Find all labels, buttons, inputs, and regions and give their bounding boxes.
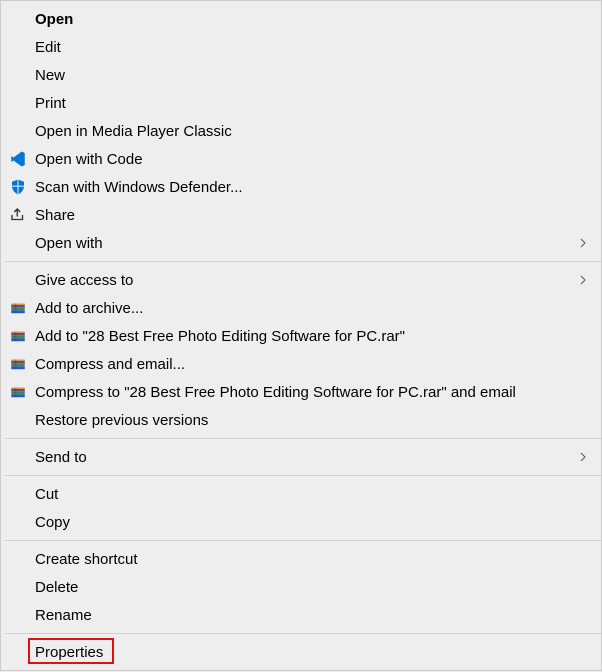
menu-item-share[interactable]: Share [1, 201, 601, 229]
share-icon-slot [1, 206, 35, 224]
menu-item-label: Give access to [35, 272, 565, 289]
menu-item-label: Open in Media Player Classic [35, 123, 565, 140]
menu-separator [5, 261, 601, 262]
menu-item-copy[interactable]: Copy [1, 508, 601, 536]
menu-item-scan-with-windows-defender[interactable]: Scan with Windows Defender... [1, 173, 601, 201]
menu-item-add-to-archive[interactable]: Add to archive... [1, 294, 601, 322]
menu-separator [5, 438, 601, 439]
winrar-icon [9, 355, 27, 373]
menu-item-print[interactable]: Print [1, 89, 601, 117]
menu-item-label: Properties [35, 644, 565, 661]
menu-item-open-in-media-player-classic[interactable]: Open in Media Player Classic [1, 117, 601, 145]
menu-item-label: Share [35, 207, 565, 224]
chevron-right-icon [577, 237, 589, 249]
submenu-arrow-slot [565, 274, 589, 286]
menu-item-label: Restore previous versions [35, 412, 565, 429]
menu-separator [5, 475, 601, 476]
menu-item-edit[interactable]: Edit [1, 33, 601, 61]
vscode-icon-slot [1, 150, 35, 168]
menu-item-give-access-to[interactable]: Give access to [1, 266, 601, 294]
menu-item-label: Open [35, 11, 565, 28]
menu-item-open[interactable]: Open [1, 5, 601, 33]
context-menu: Open Edit New Print Open in Media Player Cla… [0, 0, 602, 671]
menu-item-label: Compress to "28 Best Free Photo Editing … [35, 384, 565, 401]
menu-item-label: Edit [35, 39, 565, 56]
winrar-icon-slot [1, 327, 35, 345]
menu-item-create-shortcut[interactable]: Create shortcut [1, 545, 601, 573]
menu-item-properties[interactable]: Properties [1, 638, 601, 666]
submenu-arrow-slot [565, 451, 589, 463]
winrar-icon [9, 383, 27, 401]
menu-item-label: Create shortcut [35, 551, 565, 568]
winrar-icon [9, 327, 27, 345]
menu-item-restore-previous-versions[interactable]: Restore previous versions [1, 406, 601, 434]
menu-item-open-with-code[interactable]: Open with Code [1, 145, 601, 173]
winrar-icon [9, 299, 27, 317]
menu-item-label: Rename [35, 607, 565, 624]
menu-item-label: Cut [35, 486, 565, 503]
menu-item-add-to-28-best-free-photo-editing-softwa[interactable]: Add to "28 Best Free Photo Editing Softw… [1, 322, 601, 350]
menu-separator [5, 633, 601, 634]
menu-item-label: Delete [35, 579, 565, 596]
winrar-icon-slot [1, 355, 35, 373]
menu-item-compress-and-email[interactable]: Compress and email... [1, 350, 601, 378]
vscode-icon [9, 150, 27, 168]
menu-item-rename[interactable]: Rename [1, 601, 601, 629]
winrar-icon-slot [1, 299, 35, 317]
menu-item-send-to[interactable]: Send to [1, 443, 601, 471]
menu-item-label: Print [35, 95, 565, 112]
winrar-icon-slot [1, 383, 35, 401]
menu-item-label: Add to archive... [35, 300, 565, 317]
chevron-right-icon [577, 451, 589, 463]
menu-item-label: Open with [35, 235, 565, 252]
menu-item-cut[interactable]: Cut [1, 480, 601, 508]
menu-item-label: Send to [35, 449, 565, 466]
menu-item-label: Add to "28 Best Free Photo Editing Softw… [35, 328, 565, 345]
menu-item-label: Scan with Windows Defender... [35, 179, 565, 196]
menu-item-label: Open with Code [35, 151, 565, 168]
menu-item-label: New [35, 67, 565, 84]
submenu-arrow-slot [565, 237, 589, 249]
menu-item-label: Compress and email... [35, 356, 565, 373]
menu-item-open-with[interactable]: Open with [1, 229, 601, 257]
defender-icon [9, 178, 27, 196]
menu-item-new[interactable]: New [1, 61, 601, 89]
defender-icon-slot [1, 178, 35, 196]
share-icon [9, 206, 27, 224]
menu-item-delete[interactable]: Delete [1, 573, 601, 601]
menu-item-label: Copy [35, 514, 565, 531]
menu-item-compress-to-28-best-free-photo-editing-s[interactable]: Compress to "28 Best Free Photo Editing … [1, 378, 601, 406]
menu-separator [5, 540, 601, 541]
chevron-right-icon [577, 274, 589, 286]
